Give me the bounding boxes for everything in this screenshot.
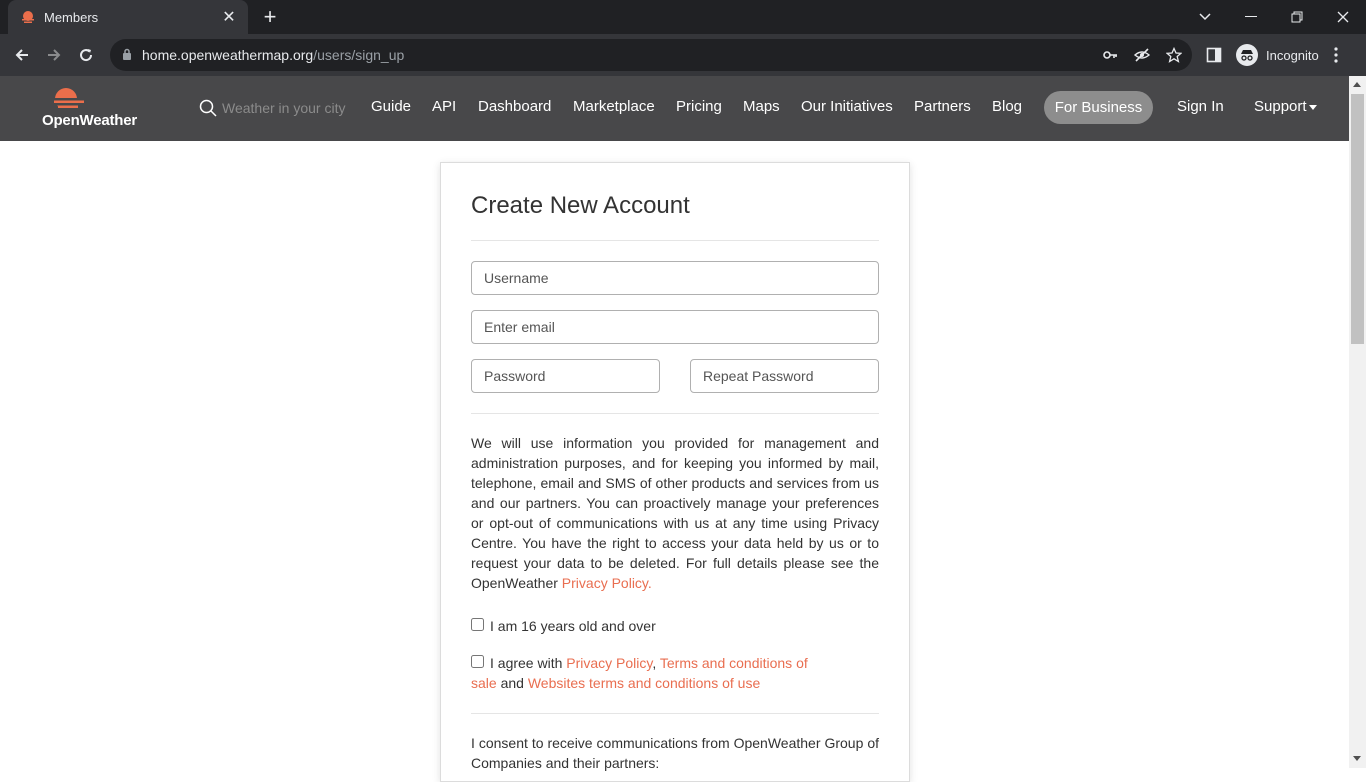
forward-icon[interactable] [40, 41, 68, 69]
form-title: Create New Account [471, 192, 690, 219]
nav-dashboard[interactable]: Dashboard [478, 98, 551, 115]
privacy-policy-link[interactable]: Privacy Policy. [562, 575, 652, 591]
eye-off-icon[interactable] [1134, 47, 1150, 63]
nav-guide[interactable]: Guide [371, 98, 411, 115]
support-dropdown[interactable]: Support [1254, 98, 1317, 115]
page-scrollbar[interactable] [1349, 76, 1366, 768]
agree-prefix: I agree with [490, 655, 567, 671]
notice-text: We will use information you provided for… [471, 435, 879, 591]
for-business-button[interactable]: For Business [1044, 91, 1153, 124]
scroll-up-icon[interactable] [1353, 82, 1361, 87]
sun-logo-icon [46, 88, 86, 112]
incognito-profile-button[interactable]: Incognito [1230, 40, 1327, 70]
username-input[interactable] [471, 261, 879, 295]
divider [471, 240, 879, 241]
support-label: Support [1254, 98, 1307, 115]
website-terms-link[interactable]: Websites terms and conditions of use [528, 675, 760, 691]
new-tab-icon[interactable]: + [258, 5, 282, 29]
repeat-password-input[interactable] [690, 359, 879, 393]
openweather-logo[interactable]: OpenWeather [42, 86, 138, 130]
agree-privacy-policy-link[interactable]: Privacy Policy [566, 655, 652, 671]
profile-label: Incognito [1266, 47, 1319, 63]
browser-menu-icon[interactable] [1334, 47, 1338, 63]
caret-down-icon [1308, 104, 1317, 110]
nav-blog[interactable]: Blog [992, 98, 1022, 115]
lock-icon [123, 48, 131, 60]
incognito-icon [1236, 44, 1258, 66]
email-input[interactable] [471, 310, 879, 344]
sign-in-link[interactable]: Sign In [1177, 98, 1224, 115]
nav-pricing[interactable]: Pricing [676, 98, 722, 115]
minimize-icon[interactable] [1228, 0, 1274, 34]
nav-maps[interactable]: Maps [743, 98, 780, 115]
key-icon[interactable] [1102, 47, 1118, 63]
agree-checkbox[interactable] [471, 655, 484, 668]
agree-separator: , [652, 655, 660, 671]
browser-tab[interactable]: Members ✕ [8, 0, 248, 34]
agree-and: and [496, 675, 528, 691]
agree-checkbox-row: I agree with Privacy Policy, Terms and c… [471, 653, 821, 693]
age-label: I am 16 years old and over [490, 618, 656, 634]
nav-partners[interactable]: Partners [914, 98, 971, 115]
privacy-notice: We will use information you provided for… [471, 433, 879, 593]
nav-marketplace[interactable]: Marketplace [573, 98, 655, 115]
consent-text: I consent to receive communications from… [471, 735, 879, 771]
divider [471, 413, 879, 414]
star-icon[interactable] [1166, 47, 1182, 63]
age-checkbox[interactable] [471, 618, 484, 631]
browser-tabbar: Members ✕ + [0, 0, 1366, 34]
site-header: OpenWeather Guide API Dashboard Marketpl… [0, 76, 1349, 141]
browser-toolbar: home.openweathermap.org/users/sign_up In… [0, 34, 1366, 76]
side-panel-icon[interactable] [1206, 47, 1222, 63]
tab-search-icon[interactable] [1182, 0, 1228, 34]
restore-icon[interactable] [1274, 0, 1320, 34]
password-input[interactable] [471, 359, 660, 393]
tab-close-icon[interactable]: ✕ [220, 7, 238, 27]
tab-title: Members [44, 9, 99, 25]
scroll-down-icon[interactable] [1353, 756, 1361, 761]
city-search-input[interactable] [222, 96, 352, 120]
back-icon[interactable] [8, 41, 36, 69]
divider [471, 713, 879, 714]
address-bar[interactable]: home.openweathermap.org/users/sign_up [110, 39, 1192, 71]
nav-our-initiatives[interactable]: Our Initiatives [801, 98, 893, 115]
url-text: home.openweathermap.org/users/sign_up [142, 47, 404, 63]
brand-name: OpenWeather [42, 112, 138, 129]
close-window-icon[interactable] [1320, 0, 1366, 34]
nav-api[interactable]: API [432, 98, 456, 115]
age-checkbox-row: I am 16 years old and over [471, 616, 821, 636]
signup-card: Create New Account We will use informati… [440, 162, 910, 782]
scroll-thumb[interactable] [1351, 94, 1364, 344]
url-path: /users/sign_up [313, 47, 405, 63]
reload-icon[interactable] [72, 41, 100, 69]
search-icon[interactable] [199, 99, 217, 117]
url-host: home.openweathermap.org [142, 47, 314, 63]
openweather-favicon-icon [22, 11, 34, 23]
